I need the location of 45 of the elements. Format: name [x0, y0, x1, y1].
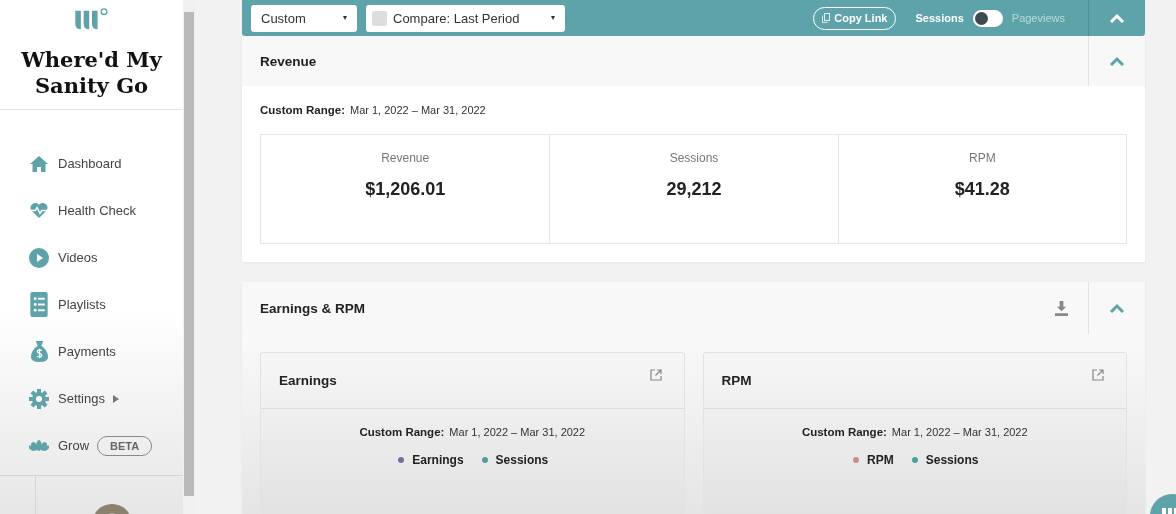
range-label: Custom Range: — [801, 426, 887, 438]
metric-value: $1,206.01 — [365, 179, 446, 200]
metric-label: RPM — [969, 151, 996, 165]
chart-title: RPM — [721, 373, 752, 388]
legend-label[interactable]: Earnings — [412, 453, 464, 467]
range-label: Custom Range: — [260, 104, 345, 116]
range-dropdown[interactable]: Custom — [251, 4, 357, 32]
compare-dropdown[interactable]: Compare: Last Period — [366, 4, 565, 32]
sidebar-item[interactable]: Dashboard — [0, 140, 183, 187]
sidebar-item[interactable]: Settings — [0, 375, 183, 422]
sidebar-item[interactable]: Grow BETA — [0, 422, 183, 469]
brand-title: Where'd My Sanity Go — [20, 47, 164, 99]
chevron-up-icon[interactable] — [1109, 303, 1125, 313]
card-title: Revenue — [260, 53, 318, 69]
download-icon[interactable] — [1055, 300, 1068, 316]
chart-title: Earnings — [279, 373, 337, 388]
sidebar-item[interactable]: Payments — [0, 328, 183, 375]
heartbeat-icon — [29, 202, 49, 219]
date-range: Mar 1, 2022 – Mar 31, 2022 — [350, 104, 486, 116]
legend-label[interactable]: RPM — [867, 453, 894, 467]
metric-value: $41.28 — [954, 179, 1010, 200]
sidebar-item[interactable]: Playlists — [0, 281, 183, 328]
metric-label: Revenue — [381, 151, 430, 165]
metric-value: 29,212 — [666, 179, 722, 200]
legend-label[interactable]: Sessions — [925, 453, 979, 467]
card-title: Earnings & RPM — [260, 300, 366, 316]
date-range: Mar 1, 2022 – Mar 31, 2022 — [891, 426, 1028, 438]
chevron-up-icon[interactable] — [1109, 56, 1125, 66]
home-icon — [29, 154, 49, 173]
copy-icon — [822, 13, 831, 23]
lotus-icon — [29, 439, 49, 452]
money-bag-icon — [29, 340, 49, 363]
sidebar-item[interactable]: Health Check — [0, 187, 183, 234]
sidebar-item[interactable]: Videos — [0, 234, 183, 281]
compare-checkbox[interactable] — [372, 10, 387, 26]
legend-label[interactable]: Sessions — [495, 453, 549, 467]
range-label: Custom Range: — [359, 426, 445, 438]
date-range: Mar 1, 2022 – Mar 31, 2022 — [449, 426, 586, 438]
list-icon — [30, 292, 48, 317]
external-link-icon[interactable] — [649, 368, 662, 381]
metric-toggle[interactable] — [972, 9, 1003, 27]
play-icon — [29, 247, 49, 268]
metric-label: Sessions — [669, 151, 719, 165]
settings-icon — [29, 388, 49, 409]
external-link-icon[interactable] — [1092, 368, 1104, 381]
